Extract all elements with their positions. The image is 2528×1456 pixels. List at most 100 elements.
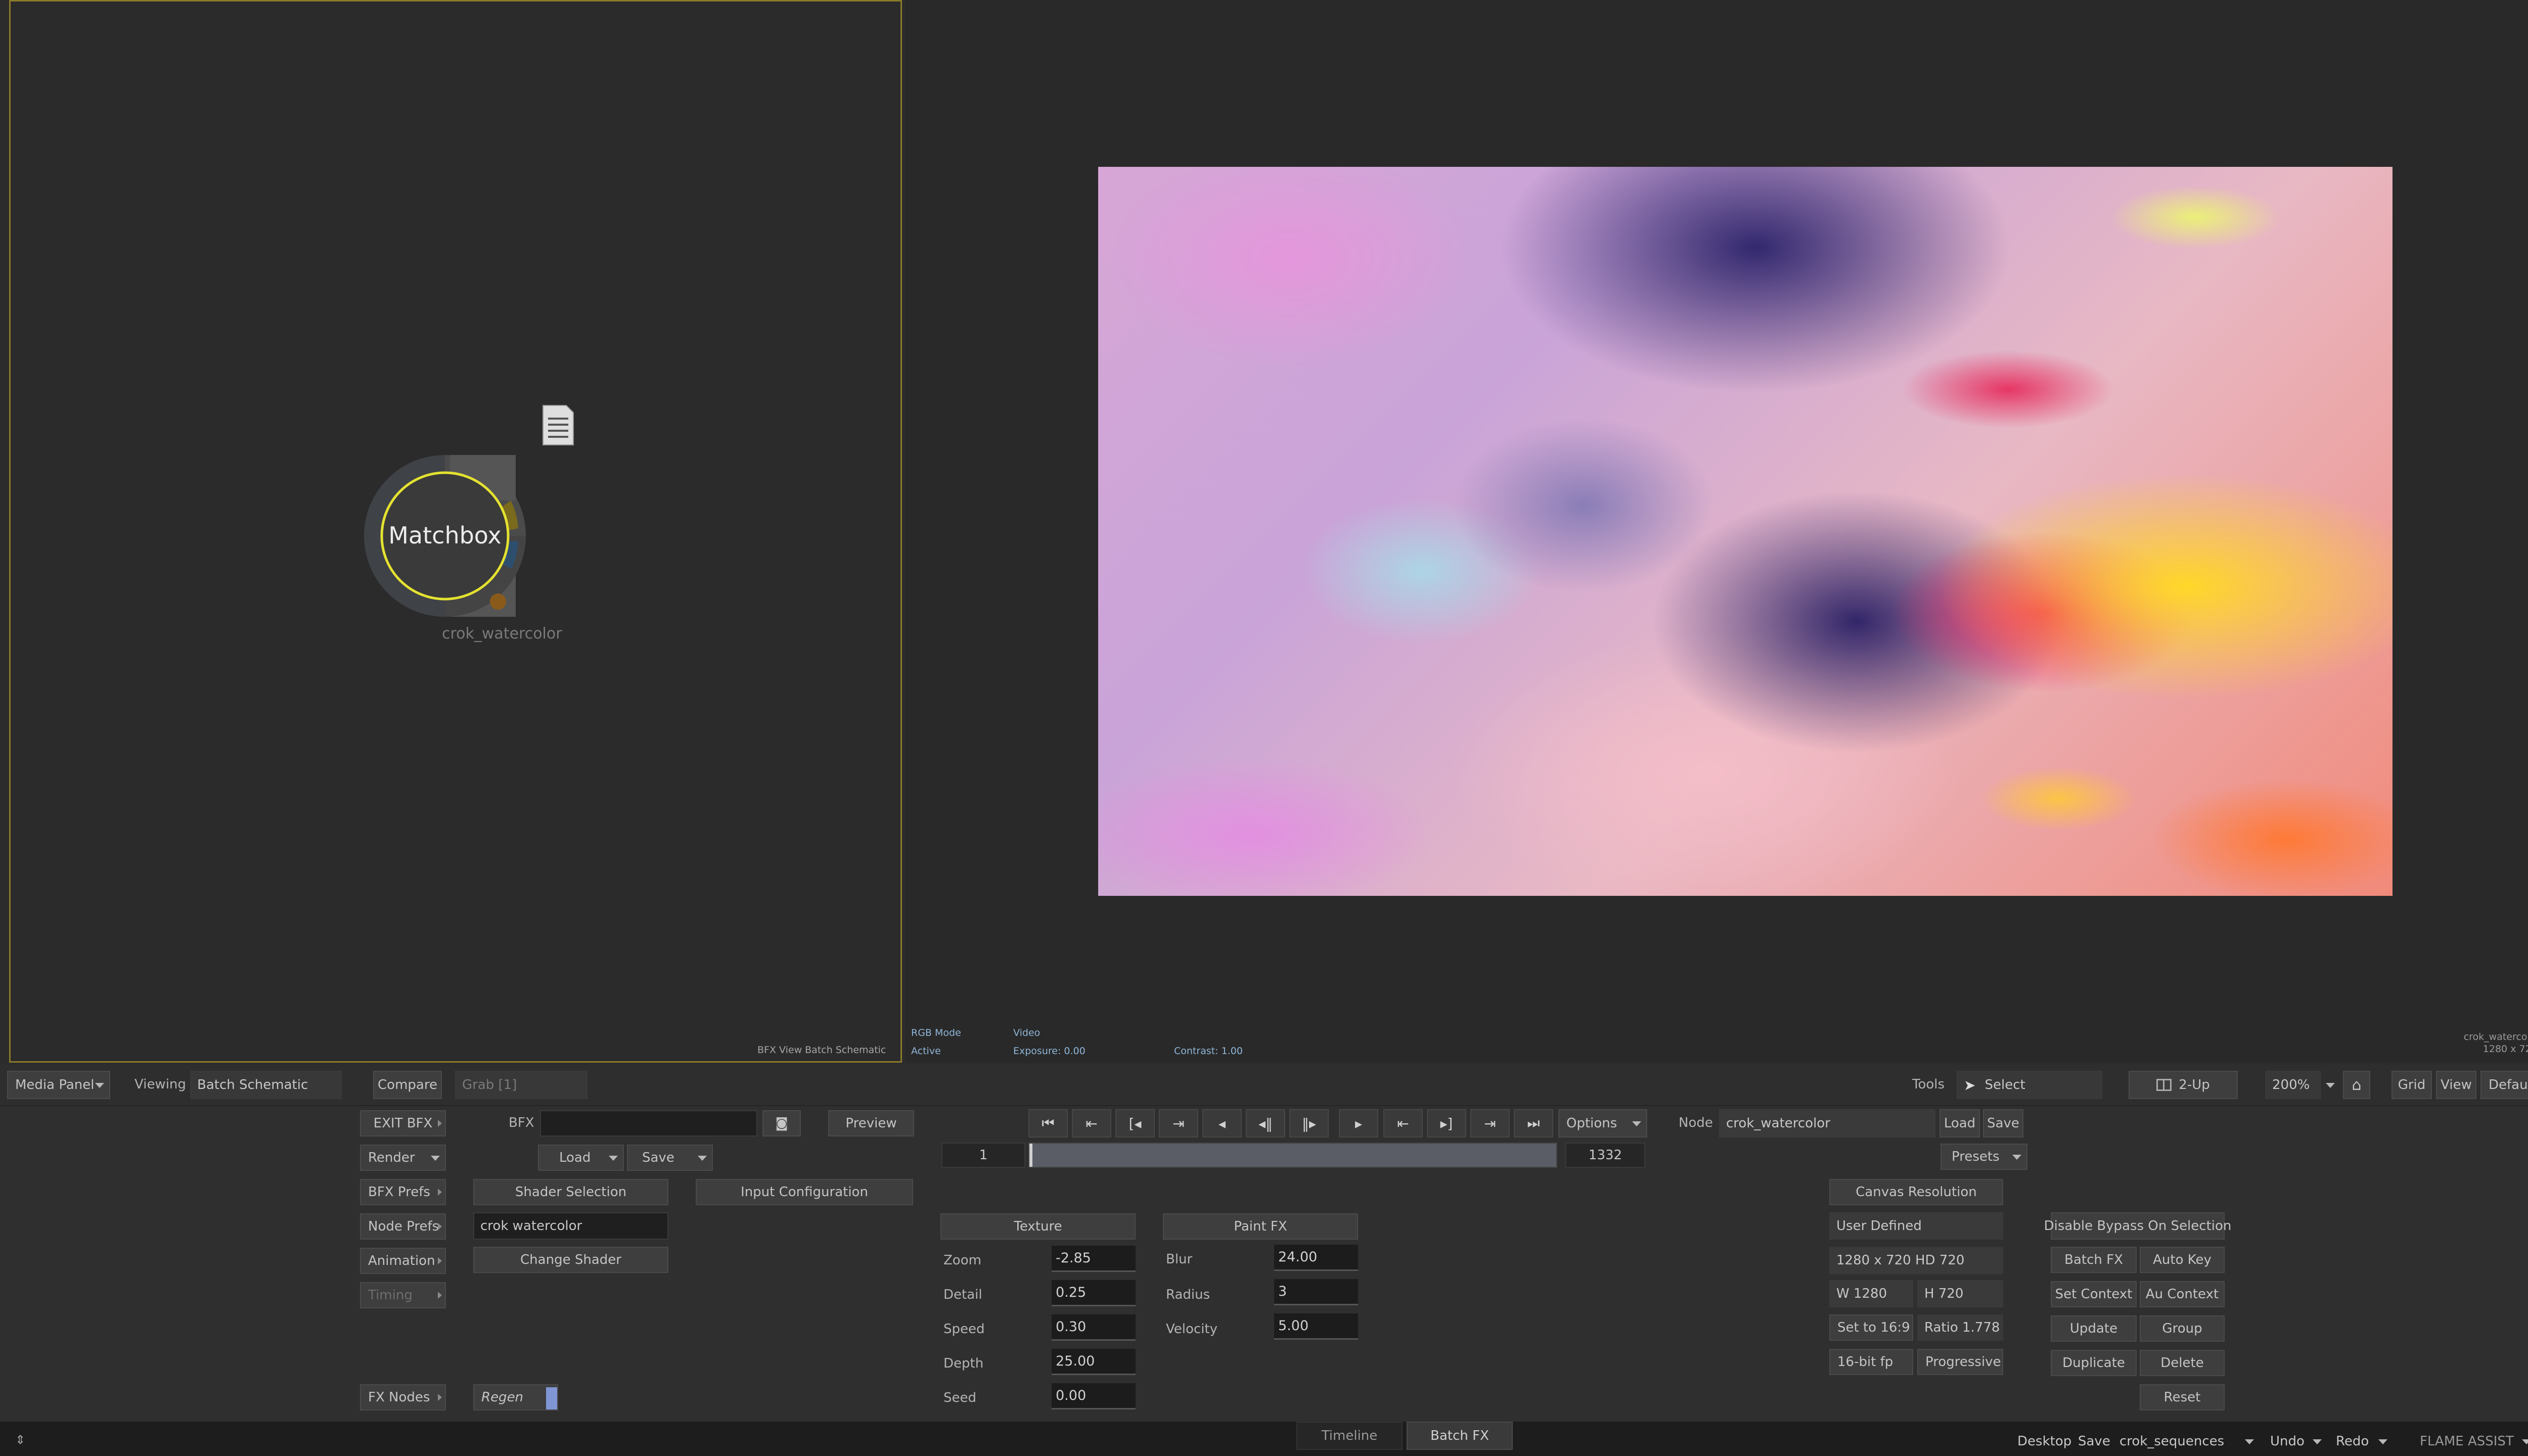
progressive-button[interactable]: Progressive [1917, 1349, 2003, 1375]
timing-button[interactable]: Timing [360, 1282, 446, 1308]
bfx-name-field[interactable] [540, 1110, 757, 1136]
home-icon[interactable]: ⌂ [2343, 1071, 2370, 1099]
select-tool-label: Select [1984, 1077, 2025, 1093]
render-dropdown[interactable]: Render [360, 1145, 446, 1171]
format-field[interactable]: 1280 x 720 HD 720 [1829, 1247, 2003, 1274]
detail-param-label: Detail [943, 1287, 982, 1302]
preview-button[interactable]: Preview [828, 1110, 914, 1136]
snapshot-camera-icon[interactable]: ◙ [762, 1110, 801, 1136]
zoom-param-label: Zoom [943, 1253, 981, 1268]
radius-param-field[interactable]: 3 [1274, 1279, 1358, 1305]
app-name-dropdown[interactable]: FLAME ASSIST [2420, 1434, 2528, 1449]
bfx-load-dropdown[interactable]: Load [538, 1145, 624, 1171]
zoom-field[interactable]: 200% [2265, 1071, 2321, 1099]
seed-param-label: Seed [943, 1390, 976, 1405]
active-label: Active [911, 1045, 941, 1057]
tools-label: Tools [1912, 1077, 1945, 1092]
go-to-in-point-icon[interactable]: [◂ [1115, 1109, 1155, 1138]
change-shader-button[interactable]: Change Shader [473, 1247, 668, 1273]
paint-fx-section-header: Paint FX [1163, 1213, 1358, 1240]
depth-param-label: Depth [943, 1356, 984, 1371]
frame-start-field[interactable]: 1 [941, 1143, 1025, 1168]
set-16-9-button[interactable]: Set to 16:9 [1829, 1314, 1913, 1341]
view-button[interactable]: View [2436, 1071, 2476, 1099]
two-up-button[interactable]: 2-Up [2129, 1071, 2238, 1099]
presets-dropdown[interactable]: Presets [1940, 1144, 2027, 1170]
viewing-label: Viewing [134, 1077, 186, 1092]
grid-button[interactable]: Grid [2391, 1071, 2432, 1099]
node-prefs-button[interactable]: Node Prefs [360, 1213, 446, 1240]
shader-selection-button[interactable]: Shader Selection [473, 1179, 668, 1205]
viewer-image [1098, 167, 2392, 896]
bit-depth-button[interactable]: 16-bit fp [1829, 1349, 1913, 1375]
play-icon[interactable]: ▸ [1339, 1109, 1378, 1138]
node-load-button[interactable]: Load [1939, 1109, 1980, 1138]
tab-batch-fx[interactable]: Batch FX [1407, 1422, 1513, 1450]
depth-param-field[interactable]: 25.00 [1052, 1349, 1136, 1375]
undo-dropdown[interactable]: Undo [2270, 1434, 2327, 1449]
fx-nodes-button[interactable]: FX Nodes [360, 1384, 446, 1410]
step-forward-icon[interactable]: ‖▸ [1289, 1109, 1329, 1138]
status-save-button[interactable]: Save [2078, 1434, 2110, 1449]
next-keyframe-icon[interactable]: ⇥ [1470, 1109, 1510, 1138]
grab-field[interactable]: Grab [1] [455, 1071, 588, 1099]
bfx-save-dropdown[interactable]: Save [627, 1145, 713, 1171]
previous-edit-icon[interactable]: ⇥ [1159, 1109, 1198, 1138]
seed-param-field[interactable]: 0.00 [1052, 1383, 1136, 1409]
ratio-field[interactable]: Ratio 1.778 [1917, 1314, 2003, 1341]
speed-param-field[interactable]: 0.30 [1052, 1314, 1136, 1341]
animation-button[interactable]: Animation [360, 1248, 446, 1274]
auto-key-button[interactable]: Auto Key [2140, 1247, 2225, 1273]
regen-toggle[interactable]: Regen [473, 1384, 558, 1410]
shader-name-field[interactable]: crok watercolor [473, 1212, 668, 1240]
node-name-label: crok_watercolor [442, 625, 562, 643]
desktop-button[interactable]: Desktop [2017, 1434, 2071, 1449]
blur-param-field[interactable]: 24.00 [1274, 1245, 1358, 1271]
go-to-end-icon[interactable]: ⏭ [1514, 1109, 1553, 1138]
duplicate-button[interactable]: Duplicate [2051, 1350, 2137, 1376]
play-reverse-icon[interactable]: ◂ [1202, 1109, 1242, 1138]
velocity-param-field[interactable]: 5.00 [1274, 1313, 1358, 1340]
go-to-start-icon[interactable]: ⏮ [1028, 1109, 1068, 1138]
width-field[interactable]: W 1280 [1829, 1280, 1913, 1307]
exit-bfx-button[interactable]: EXIT BFX [360, 1110, 446, 1136]
next-edit-icon[interactable]: ⇤ [1383, 1109, 1423, 1138]
au-context-button[interactable]: Au Context [2140, 1281, 2225, 1307]
note-icon[interactable] [541, 403, 575, 447]
height-field[interactable]: H 720 [1917, 1280, 2003, 1307]
input-configuration-button[interactable]: Input Configuration [696, 1179, 913, 1205]
go-to-out-point-icon[interactable]: ▸] [1427, 1109, 1466, 1138]
frame-end-field[interactable]: 1332 [1565, 1143, 1645, 1168]
velocity-param-label: Velocity [1166, 1322, 1217, 1337]
viewing-field[interactable]: Batch Schematic [190, 1071, 342, 1099]
node-save-button[interactable]: Save [1983, 1109, 2023, 1138]
exposure-label: Exposure: 0.00 [1013, 1045, 1086, 1057]
previous-keyframe-icon[interactable]: ⇤ [1072, 1109, 1111, 1138]
zoom-param-field[interactable]: -2.85 [1052, 1246, 1136, 1272]
default-layout-button[interactable]: Default [2480, 1071, 2528, 1099]
select-tool[interactable]: ➤ Select [1957, 1071, 2102, 1099]
detail-param-field[interactable]: 0.25 [1052, 1280, 1136, 1306]
media-panel-dropdown[interactable]: Media Panel [7, 1071, 110, 1099]
group-button[interactable]: Group [2140, 1315, 2225, 1342]
redo-dropdown[interactable]: Redo [2336, 1434, 2392, 1449]
bfx-prefs-button[interactable]: BFX Prefs [360, 1179, 446, 1205]
set-context-button[interactable]: Set Context [2051, 1281, 2137, 1307]
library-dropdown[interactable]: crok_sequences [2119, 1434, 2259, 1449]
schematic-view-info: BFX View Batch Schematic [757, 1044, 886, 1056]
options-dropdown[interactable]: Options [1558, 1109, 1647, 1138]
step-back-icon[interactable]: ◂‖ [1246, 1109, 1285, 1138]
reset-button[interactable]: Reset [2140, 1384, 2225, 1410]
disable-bypass-button[interactable]: Disable Bypass On Selection [2044, 1212, 2231, 1240]
update-button[interactable]: Update [2051, 1315, 2137, 1342]
zoom-dropdown[interactable] [2323, 1071, 2340, 1099]
batch-fx-button[interactable]: Batch FX [2051, 1247, 2137, 1273]
tab-timeline[interactable]: Timeline [1296, 1422, 1403, 1450]
timeline-scrubber[interactable] [1028, 1143, 1557, 1168]
expand-icon[interactable]: ⇕ [15, 1433, 25, 1447]
node-name-field[interactable]: crok_watercolor [1719, 1109, 1935, 1138]
user-defined-field[interactable]: User Defined [1829, 1212, 2003, 1240]
delete-button[interactable]: Delete [2140, 1350, 2225, 1376]
compare-button[interactable]: Compare [373, 1071, 442, 1099]
matchbox-node[interactable]: Matchbox [354, 445, 536, 627]
